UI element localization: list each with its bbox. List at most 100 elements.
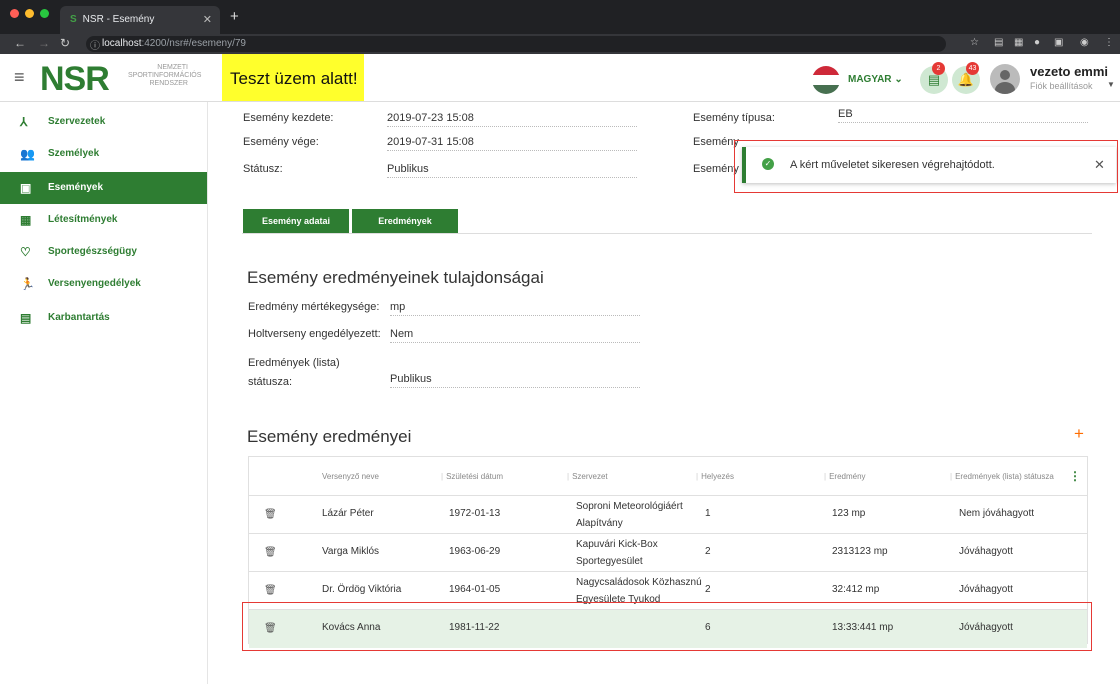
column-menu-icon[interactable]: ⋮ — [1069, 469, 1081, 483]
test-banner: Teszt üzem alatt! — [222, 54, 364, 101]
account-settings-link[interactable]: Fiók beállítások — [1030, 81, 1093, 91]
trash-icon[interactable]: 🗑 — [264, 547, 277, 558]
table-row[interactable]: 🗑 Varga Miklós 1963-06-29 Kapuvári Kick-… — [249, 534, 1087, 572]
maximize-window-icon[interactable] — [40, 9, 49, 18]
sidebar-item-karbantartas[interactable]: ▤ Karbantartás — [0, 302, 207, 334]
translate-icon[interactable]: ▦ — [1014, 37, 1023, 48]
back-icon[interactable]: ← — [14, 36, 26, 50]
people-icon: 👥 — [20, 147, 35, 161]
cell-org-line2: Sportegyesület — [576, 556, 643, 567]
profile-icon[interactable]: ◉ — [1080, 37, 1089, 48]
sidebar-item-label: Szervezetek — [48, 116, 106, 127]
cell-name: Dr. Ördög Viktória — [322, 584, 402, 595]
trash-icon[interactable]: 🗑 — [264, 585, 277, 596]
user-name[interactable]: vezeto emmi — [1030, 64, 1108, 79]
event-mid-label: Esemény — [693, 136, 739, 148]
minimize-window-icon[interactable] — [25, 9, 34, 18]
cell-org: Soproni Meteorológiáért Alapítvány — [576, 498, 683, 532]
close-window-icon[interactable] — [10, 9, 19, 18]
event-end-label: Esemény vége: — [243, 136, 319, 148]
tab-close-icon[interactable]: ✕ — [203, 13, 212, 26]
sidebar-item-label: Sportegészségügy — [48, 246, 137, 257]
tab-underline — [242, 233, 1092, 234]
info-icon: ⓘ — [90, 41, 100, 52]
runner-icon: 🏃 — [20, 277, 35, 291]
column-header[interactable]: Eredmények (lista) státusza — [950, 472, 1054, 481]
record-icon[interactable]: ● — [1034, 37, 1040, 48]
sidebar: ⅄ Szervezetek 👥 Személyek ▣ Események ▦ Léte… — [0, 102, 208, 684]
building-icon: ▦ — [20, 213, 32, 227]
tab-title: NSR - Esemény — [82, 14, 155, 25]
sidebar-item-sportegeszsegugy[interactable]: ♡ Sportegészségügy — [0, 236, 207, 268]
column-header[interactable]: Versenyző neve — [322, 472, 379, 481]
event-start-value: 2019-07-23 15:08 — [387, 112, 637, 127]
cell-org-line2: Alapítvány — [576, 518, 623, 529]
browser-tab-bar: S NSR - Esemény ✕ + — [0, 0, 1120, 34]
hungarian-flag-icon[interactable] — [812, 66, 840, 94]
event-start-label: Esemény kezdete: — [243, 112, 334, 124]
column-header[interactable]: Eredmény — [824, 472, 865, 481]
cell-place: 2 — [705, 584, 711, 595]
sidebar-item-label: Személyek — [48, 148, 100, 159]
menu-icon[interactable]: ⋮ — [1104, 37, 1114, 48]
sidebar-item-letesitmenyek[interactable]: ▦ Létesítmények — [0, 204, 207, 236]
avatar[interactable] — [990, 64, 1020, 94]
table-row[interactable]: 🗑 Lázár Péter 1972-01-13 Soproni Meteoro… — [249, 496, 1087, 534]
url-field[interactable]: ⓘ localhost:4200/nsr#/esemeny/79 — [86, 36, 946, 52]
sidebar-item-szemelyek[interactable]: 👥 Személyek — [0, 138, 207, 170]
tie-label: Holtverseny engedélyezett: — [248, 328, 381, 340]
column-header[interactable]: Helyezés — [696, 472, 734, 481]
cell-org-line1: Nagycsaládosok Közhasznú — [576, 577, 702, 588]
sidebar-item-versenyengedelyek[interactable]: 🏃 Versenyengedélyek — [0, 268, 207, 300]
caret-down-icon[interactable]: ▼ — [1107, 80, 1115, 89]
results-title: Esemény eredményei — [247, 427, 412, 446]
forward-icon[interactable]: → — [38, 36, 50, 50]
address-bar-row: ← → ↻ ⓘ localhost:4200/nsr#/esemeny/79 ☆… — [0, 34, 1120, 54]
unit-label: Eredmény mértékegysége: — [248, 301, 380, 313]
new-tab-icon[interactable]: + — [230, 8, 239, 25]
list-status-label-line1: Eredmények (lista) — [248, 357, 340, 369]
logo[interactable]: NSR — [40, 60, 110, 99]
reload-icon[interactable]: ↻ — [60, 36, 70, 50]
event-status-value: Publikus — [387, 163, 637, 178]
cell-status: Nem jóváhagyott — [959, 508, 1035, 519]
extension-icon[interactable]: ▤ — [994, 37, 1003, 48]
clipboard-icon: ▤ — [20, 311, 32, 325]
calendar-icon: ▣ — [20, 181, 32, 195]
notifications-badge: 43 — [966, 62, 979, 75]
sidebar-item-label: Karbantartás — [48, 312, 110, 323]
language-select[interactable]: MAGYAR ⌄ — [848, 74, 903, 85]
cell-birth: 1972-01-13 — [449, 508, 501, 519]
cell-result: 2313123 mp — [832, 546, 888, 557]
url-host: localhost — [102, 38, 142, 49]
cell-result: 32:412 mp — [832, 584, 880, 595]
favicon-icon: S — [70, 14, 77, 25]
sidebar-item-esemenyek[interactable]: ▣ Események — [0, 172, 207, 204]
browser-tab[interactable]: S NSR - Esemény ✕ — [60, 6, 220, 34]
sidebar-item-label: Versenyengedélyek — [48, 278, 141, 289]
event-type-label: Esemény típusa: — [693, 112, 775, 124]
star-icon[interactable]: ☆ — [970, 37, 979, 48]
list-status-label-line2: státusza: — [248, 376, 293, 388]
hamburger-icon[interactable]: ≡ — [14, 67, 25, 88]
trash-icon[interactable]: 🗑 — [264, 509, 277, 520]
tie-value: Nem — [390, 328, 640, 343]
column-header[interactable]: Születési dátum — [441, 472, 503, 481]
tab-eredmenyek[interactable]: Eredmények — [352, 209, 458, 233]
column-header[interactable]: Szervezet — [567, 472, 608, 481]
language-label: MAGYAR — [848, 74, 892, 85]
sidebar-item-szervezetek[interactable]: ⅄ Szervezetek — [0, 106, 207, 138]
cell-result: 123 mp — [832, 508, 866, 519]
calendar-ext-icon[interactable]: ▣ — [1054, 37, 1063, 48]
cell-org-line1: Soproni Meteorológiáért — [576, 501, 683, 512]
add-result-button[interactable]: + — [1074, 424, 1084, 444]
cell-birth: 1964-01-05 — [449, 584, 501, 595]
cell-place: 2 — [705, 546, 711, 557]
cell-org: Kapuvári Kick-Box Sportegyesület — [576, 536, 658, 570]
event-status-label: Státusz: — [243, 163, 283, 175]
cell-birth: 1963-06-29 — [449, 546, 501, 557]
cell-org-line1: Kapuvári Kick-Box — [576, 539, 658, 550]
cell-status: Jóváhagyott — [959, 546, 1013, 557]
url-path: :4200/nsr#/esemeny/79 — [141, 38, 246, 49]
tab-esemeny-adatai[interactable]: Esemény adatai — [243, 209, 349, 233]
